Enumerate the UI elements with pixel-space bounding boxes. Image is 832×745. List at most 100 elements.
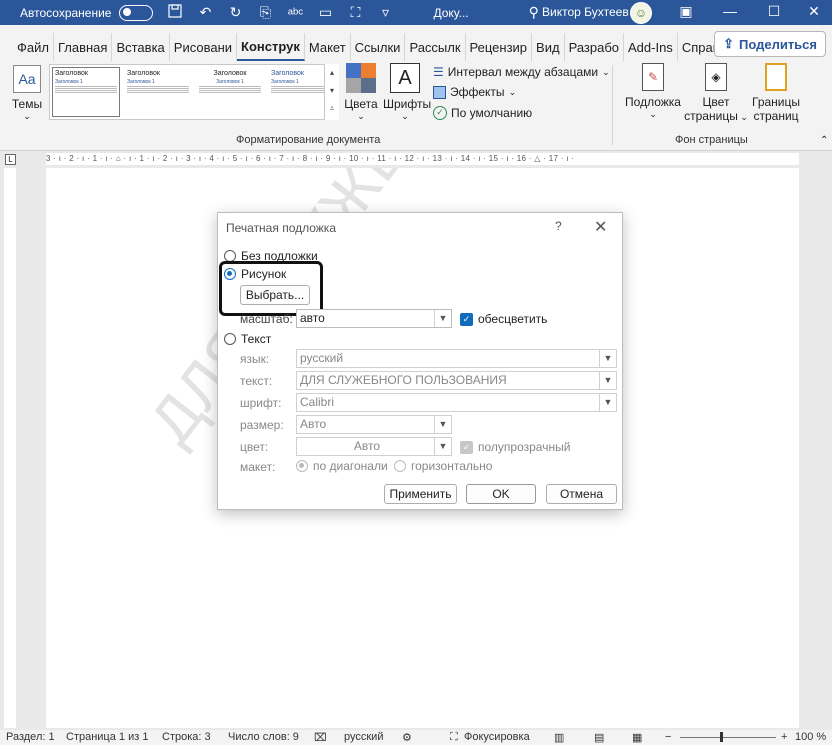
chevron-up-icon[interactable]: ▴ [325,64,339,82]
tab-selector[interactable]: L [5,154,16,165]
tab-review[interactable]: Рецензир [466,33,533,61]
tab-add-ins[interactable]: Add-Ins [624,33,678,61]
user-name[interactable]: Виктор Бухтеев [542,5,629,19]
focus-label[interactable]: Фокусировка [464,731,530,743]
tab-file[interactable]: Файл [13,33,54,61]
color-select[interactable]: Авто ▼ [296,437,452,456]
vertical-ruler[interactable] [4,168,16,728]
format-painter-icon[interactable]: ⎘ [257,4,273,21]
tab-references[interactable]: Ссылки [351,33,406,61]
horizontal-label: горизонтально [411,459,493,473]
quick-access-icon[interactable]: ▭ [317,4,333,21]
tab-insert[interactable]: Вставка [112,33,170,61]
redo-icon[interactable]: ↻ [227,4,243,21]
washout-checkbox[interactable]: ✓ обесцветить [460,312,547,326]
tab-view[interactable]: Вид [532,33,565,61]
line-indicator[interactable]: Строка: 3 [162,731,211,743]
chevron-down-icon[interactable]: ▾ [325,82,339,100]
fonts-button[interactable]: A Шрифты ⌄ [383,63,431,122]
tab-developer[interactable]: Разрабо [565,33,624,61]
proofing-icon[interactable]: ⌧ [314,731,327,744]
gallery-scroll[interactable]: ▴ ▾ ⩡ [324,64,339,120]
tab-design[interactable]: Конструк [237,33,305,61]
horizontal-radio[interactable]: горизонтально [394,459,492,473]
picture-watermark-radio[interactable]: Рисунок [224,267,286,281]
language-indicator[interactable]: русский [344,731,383,743]
radio-circle [224,268,236,280]
diagonal-radio[interactable]: по диагонали [296,459,388,473]
horizontal-ruler[interactable]: 3 · ı · 2 · ı · 1 · ı · ⌂ · ı · 1 · ı · … [46,153,799,165]
select-picture-button[interactable]: Выбрать... [240,285,310,305]
word-count[interactable]: Число слов: 9 [228,731,299,743]
tab-layout[interactable]: Макет [305,33,351,61]
text-option-label: Текст [241,332,272,346]
gallery-item-title: Заголовок [127,70,160,77]
font-select[interactable]: Calibri ▼ [296,393,617,412]
close-icon[interactable]: ✕ [594,217,607,237]
set-default-button[interactable]: ✓ По умолчанию [433,106,532,120]
tree-icon[interactable]: ⛶ [347,4,363,21]
paragraph-spacing-button[interactable]: ☰ Интервал между абзацами ⌄ [433,65,610,79]
section-indicator[interactable]: Раздел: 1 [6,731,55,743]
collapse-ribbon-icon[interactable]: ⌃ [820,135,828,146]
gallery-more-icon[interactable]: ⩡ [325,100,339,118]
share-button[interactable]: ⇪ Поделиться [714,31,826,57]
gallery-item[interactable]: Заголовок Заголовок 1 [196,67,264,117]
maximize-icon[interactable]: ☐ [764,3,784,20]
ribbon-display-icon[interactable]: ▣ [676,3,696,20]
zoom-slider[interactable] [680,737,776,738]
share-label: Поделиться [738,36,817,52]
semitransparent-label: полупрозрачный [478,440,571,454]
chevron-down-icon: ▼ [434,416,451,433]
gallery-item[interactable]: Заголовок Заголовок 1 [52,67,120,117]
zoom-out-icon[interactable]: − [665,731,671,743]
accessibility-icon[interactable]: ⚙ [402,731,412,744]
close-icon[interactable]: ✕ [804,3,824,20]
zoom-level[interactable]: 100 % [795,731,826,743]
help-icon[interactable]: ? [555,219,562,233]
scale-select[interactable]: авто ▼ [296,309,452,328]
text-watermark-radio[interactable]: Текст [224,332,271,346]
undo-icon[interactable]: ↶ [197,4,213,21]
avatar[interactable]: ☺ [630,2,652,24]
chevron-down-icon: ▼ [599,350,616,367]
focus-icon[interactable]: ⛶ [450,731,458,744]
save-icon[interactable] [167,4,183,21]
zoom-slider-thumb[interactable] [720,732,723,742]
semitransparent-checkbox[interactable]: ✓ полупрозрачный [460,440,570,454]
picture-label: Рисунок [241,267,287,281]
language-label: язык: [240,352,270,366]
page-color-button[interactable]: ◈ Цвет страницы ⌄ [684,63,748,123]
size-select[interactable]: Авто ▼ [296,415,452,434]
page-borders-button[interactable]: Границы страниц [750,63,802,123]
print-layout-icon[interactable]: ▤ [594,731,604,744]
colors-button[interactable]: Цвета ⌄ [344,63,378,122]
gallery-item[interactable]: Заголовок Заголовок 1 [124,67,192,117]
watermark-button[interactable]: ✎ Подложка ⌄ [624,63,682,120]
ok-button[interactable]: OK [466,484,536,504]
autosave-toggle[interactable] [119,4,154,21]
page-color-label-line2: страницы [684,109,738,123]
document-title[interactable]: Доку... [433,6,468,20]
tab-home[interactable]: Главная [54,33,113,61]
tab-mailings[interactable]: Рассылк [405,33,466,61]
search-icon[interactable]: ⚲ [529,4,539,21]
customize-toolbar-icon[interactable]: ▿ [377,4,393,21]
effects-button[interactable]: Эффекты ⌄ [433,85,516,99]
cancel-button[interactable]: Отмена [546,484,617,504]
zoom-in-icon[interactable]: + [781,731,787,743]
autosave-label: Автосохранение [20,5,112,20]
spelling-icon[interactable]: ᵃᵇᶜ [287,5,303,21]
minimize-icon[interactable]: — [720,3,740,19]
text-select[interactable]: ДЛЯ СЛУЖЕБНОГО ПОЛЬЗОВАНИЯ ▼ [296,371,617,390]
gallery-item-title: Заголовок [213,70,247,77]
apply-button[interactable]: Применить [384,484,457,504]
chevron-down-icon: ⌄ [508,86,517,97]
themes-button[interactable]: Aa Темы ⌄ [9,65,45,122]
page-indicator[interactable]: Страница 1 из 1 [66,731,148,743]
read-mode-icon[interactable]: ▥ [554,731,564,744]
tab-draw[interactable]: Рисовани [170,33,238,61]
watermark-label: Подложка [625,95,681,109]
language-select[interactable]: русский ▼ [296,349,617,368]
web-layout-icon[interactable]: ▦ [632,731,642,744]
